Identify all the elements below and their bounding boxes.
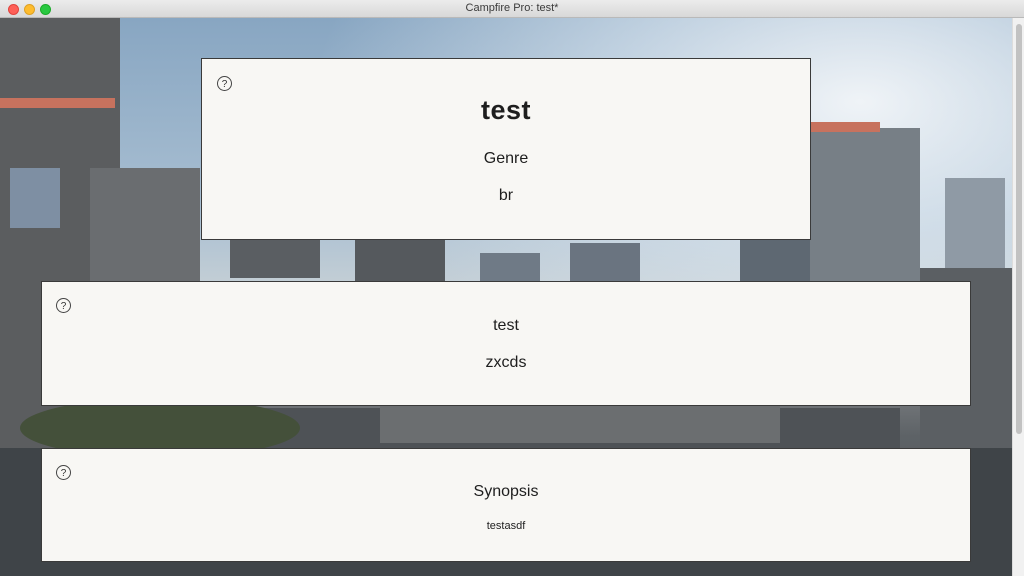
synopsis-card: ? Synopsis testasdf [41, 448, 971, 562]
tagline-label[interactable]: test [42, 317, 970, 335]
help-icon[interactable]: ? [56, 465, 71, 480]
genre-label: Genre [483, 150, 529, 167]
title-card: ? test Genre br [201, 58, 811, 240]
background-scene: ? test Genre br ? test zxcds ? Synopsis … [0, 18, 1012, 576]
genre-value[interactable]: br [202, 187, 810, 205]
help-icon[interactable]: ? [56, 298, 71, 313]
tagline-card: ? test zxcds [41, 281, 971, 406]
scrollbar-thumb[interactable] [1016, 24, 1022, 434]
window-title: Campfire Pro: test* [465, 2, 559, 14]
title-bar[interactable]: Campfire Pro: test* [0, 0, 1024, 18]
app-window: Campfire Pro: test* ? test Genre br ? te… [0, 0, 1024, 576]
help-icon[interactable]: ? [217, 76, 232, 91]
tagline-value[interactable]: zxcds [42, 354, 970, 372]
vertical-scrollbar[interactable] [1012, 18, 1024, 576]
project-title[interactable]: test [202, 95, 810, 126]
synopsis-value[interactable]: testasdf [42, 520, 970, 532]
synopsis-label: Synopsis [473, 483, 539, 500]
